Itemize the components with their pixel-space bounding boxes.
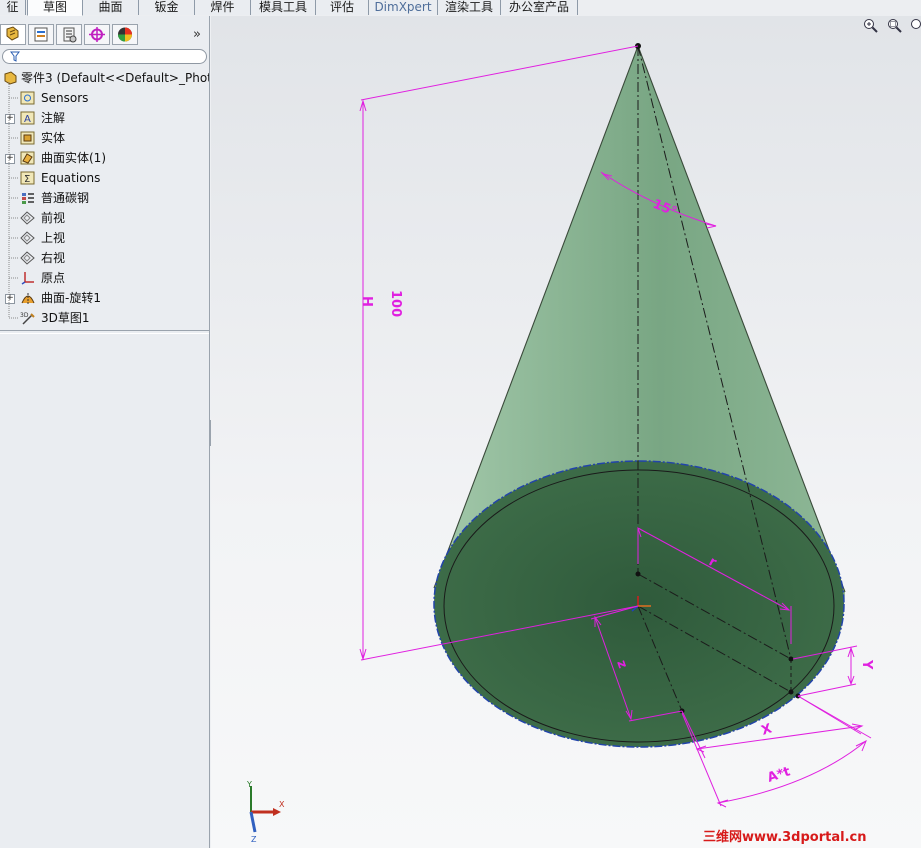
tree-item-label: 上视	[41, 231, 66, 245]
tree-item-label: 普通碳钢	[41, 191, 90, 205]
cone-model-view: 100 H 15° r z Y X A*t X Y Z	[246, 43, 874, 844]
tree-connector-lines	[8, 82, 19, 319]
command-manager-tabs: 征 草图 曲面 钣金 焊件 模具工具 评估 DimXpert 渲染工具 办公室产…	[0, 0, 921, 16]
tab-office-products[interactable]: 办公室产品	[501, 0, 578, 15]
dimension-arc: A*t	[766, 764, 793, 785]
tab-sketch[interactable]: 草图	[27, 0, 83, 16]
display-manager-icon	[118, 27, 132, 42]
feature-manager-icon	[6, 26, 19, 41]
triad-z-label: Z	[251, 835, 257, 844]
tab-features[interactable]: 征	[0, 0, 26, 15]
configuration-manager-icon	[63, 27, 77, 43]
feature-manager-tab[interactable]	[0, 24, 26, 45]
graphics-area[interactable]: 100 H 15° r z Y X A*t X Y Z	[211, 16, 921, 848]
tree-root-label: 零件3 (Default<<Default>_Photo	[21, 71, 209, 85]
panel-divider	[0, 330, 209, 334]
watermark: 三维网www.3dportal.cn	[703, 830, 867, 845]
tree-item-label: 右视	[41, 251, 66, 265]
dimension-x: X	[760, 721, 774, 738]
filter-icon	[10, 50, 20, 66]
tab-dimxpert[interactable]: DimXpert	[369, 0, 438, 15]
panel-overflow-button[interactable]: »	[193, 27, 201, 42]
dimension-h-name: H	[359, 296, 374, 307]
tree-item-label: 曲面实体(1)	[41, 151, 106, 165]
tab-evaluate[interactable]: 评估	[316, 0, 369, 15]
tab-weldments[interactable]: 焊件	[195, 0, 251, 15]
tab-mold-tools[interactable]: 模具工具	[251, 0, 316, 15]
tab-sheet-metal[interactable]: 钣金	[139, 0, 195, 15]
triad-y-label: Y	[246, 780, 252, 789]
tree-item-label: 3D草图1	[41, 311, 90, 325]
feature-manager-panel: » 零件3 (Default<<Default>_Photo Sensors +…	[0, 16, 210, 848]
tree-item-label: 原点	[41, 271, 66, 285]
dimxpert-manager-icon	[89, 27, 105, 42]
display-manager-tab[interactable]	[112, 24, 138, 45]
filter-input[interactable]	[2, 49, 207, 64]
tree-item-label: 前视	[41, 211, 66, 225]
tree-item-label: 注解	[41, 111, 66, 125]
feature-tree: 零件3 (Default<<Default>_Photo Sensors + A…	[0, 68, 209, 330]
tab-render-tools[interactable]: 渲染工具	[438, 0, 501, 15]
property-manager-icon	[34, 27, 48, 42]
tree-item-label: 曲面-旋转1	[41, 291, 101, 305]
panel-toolbar: »	[0, 24, 209, 46]
dimension-y: Y	[859, 659, 874, 670]
dimension-h-value: 100	[388, 290, 403, 317]
tab-surfaces[interactable]: 曲面	[83, 0, 139, 15]
property-manager-tab[interactable]	[28, 24, 54, 45]
tree-item-label: Equations	[41, 171, 101, 185]
dimxpert-manager-tab[interactable]	[84, 24, 110, 45]
reference-triad: X Y Z	[246, 780, 285, 844]
tree-item-label: 实体	[41, 131, 66, 145]
tree-item-label: Sensors	[41, 91, 89, 105]
configuration-manager-tab[interactable]	[56, 24, 82, 45]
triad-x-label: X	[279, 800, 285, 809]
